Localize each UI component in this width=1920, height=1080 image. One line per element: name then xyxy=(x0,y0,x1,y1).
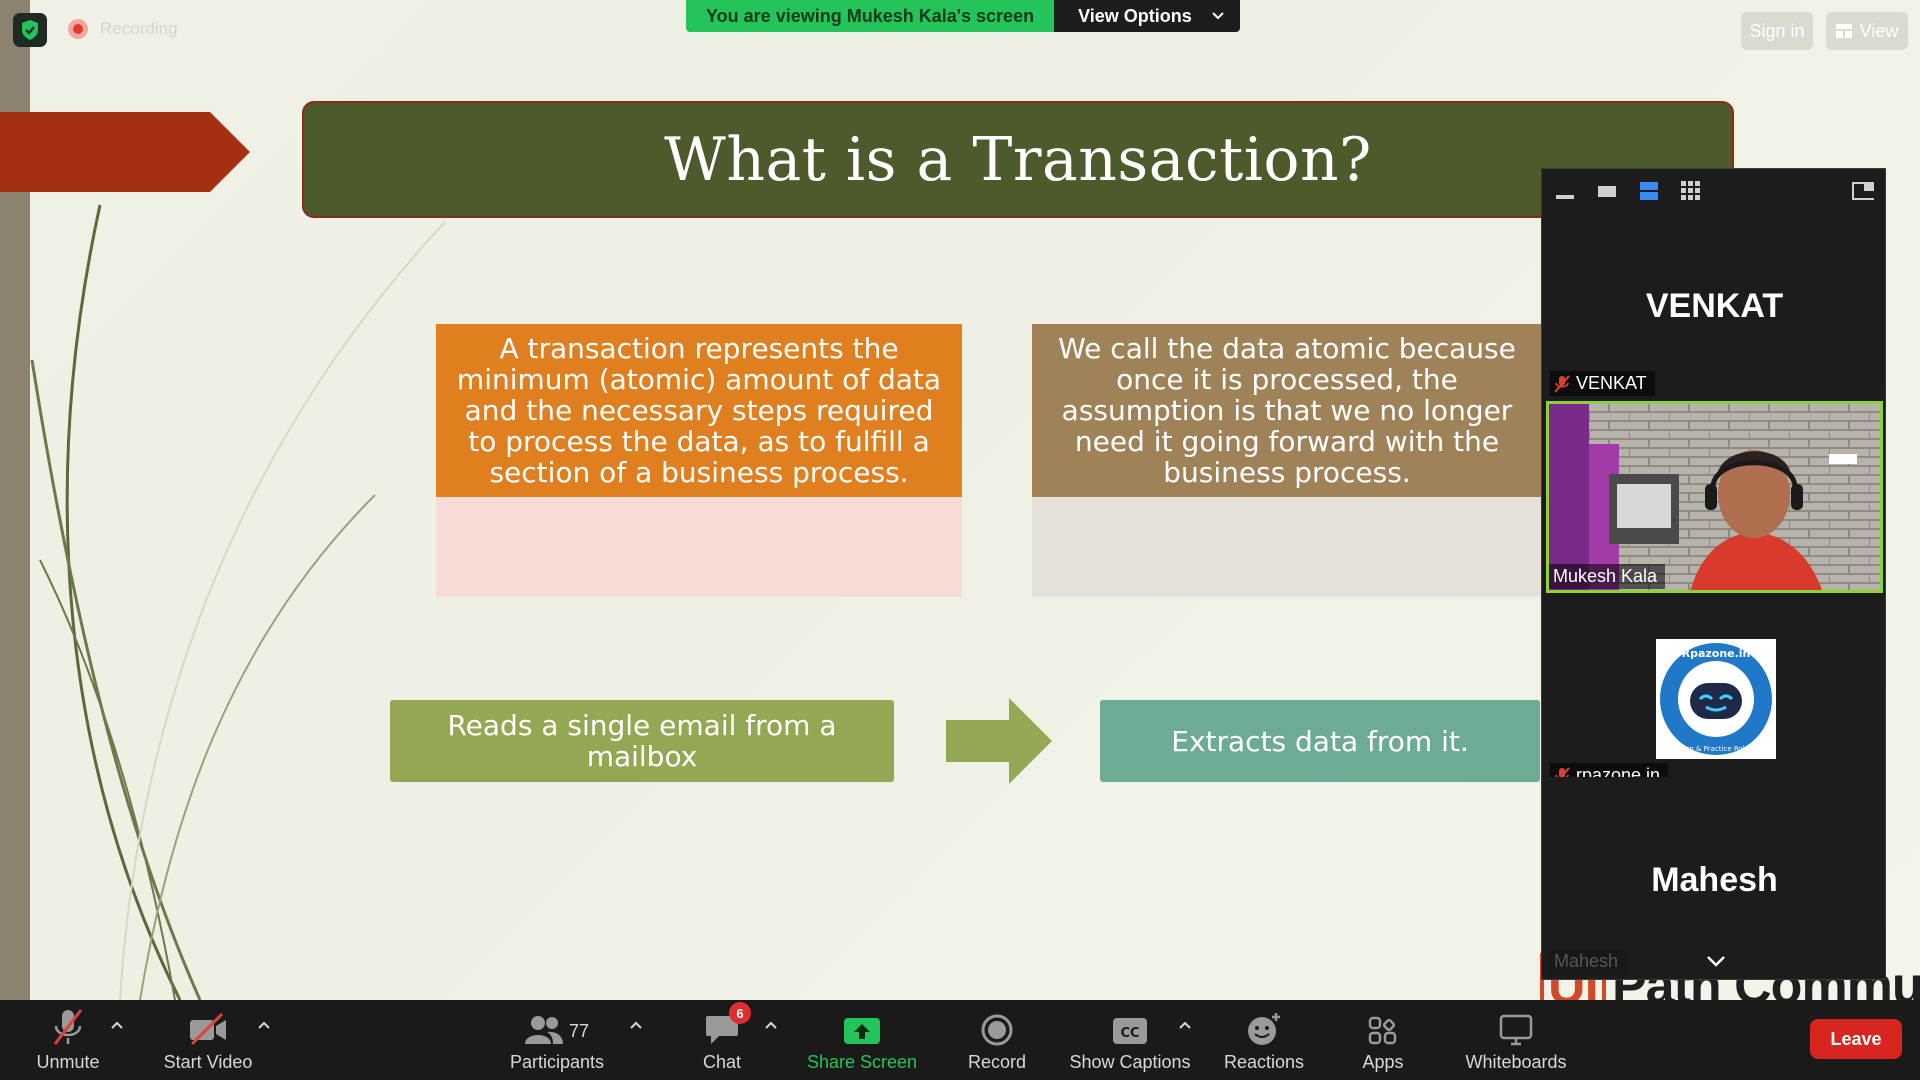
video-off-icon xyxy=(190,1012,226,1046)
muted-mic-icon xyxy=(1554,374,1570,393)
recording-label: Recording xyxy=(100,19,178,38)
view-grid-icon xyxy=(1835,24,1852,38)
slide-curve xyxy=(139,494,376,1000)
participant-tile[interactable]: Mahesh Mahesh xyxy=(1546,781,1883,977)
start-video-label: Start Video xyxy=(163,1052,253,1072)
apps-button[interactable]: Apps xyxy=(1352,1000,1414,1080)
record-icon xyxy=(981,1014,1013,1046)
slide-red-arrow xyxy=(0,112,250,192)
video-panel: VENKAT VENKAT Mukesh Kala Rpazone.in Lea… xyxy=(1541,168,1886,980)
audio-options-caret-icon[interactable] xyxy=(110,1018,124,1032)
flow-arrow-icon xyxy=(946,698,1052,784)
slide-curve xyxy=(30,359,202,1000)
security-shield-icon[interactable] xyxy=(13,13,47,47)
definition-box-lower xyxy=(436,497,962,597)
active-speaker-video-tile[interactable]: Mukesh Kala xyxy=(1546,401,1883,593)
participant-name-display: Mahesh xyxy=(1651,861,1778,899)
gallery-view-icon[interactable] xyxy=(1680,181,1702,201)
leave-button[interactable]: Leave xyxy=(1810,1019,1902,1059)
view-options-label: View Options xyxy=(1078,5,1192,26)
participant-name-label: VENKAT xyxy=(1550,371,1655,396)
slide-title-banner: What is a Transaction? xyxy=(302,101,1734,218)
atomic-text: We call the data atomic because once it … xyxy=(1032,324,1542,497)
reactions-emoji-icon xyxy=(1248,1013,1280,1045)
flow-step-extract-data: Extracts data from it. xyxy=(1100,700,1540,782)
record-label: Record xyxy=(967,1052,1027,1072)
pop-out-icon[interactable] xyxy=(1852,181,1874,201)
share-screen-button[interactable]: Share Screen xyxy=(806,1000,918,1080)
hide-video-panel-icon[interactable] xyxy=(1596,181,1618,201)
speaker-view-icon[interactable] xyxy=(1638,181,1660,201)
participants-options-caret-icon[interactable] xyxy=(629,1018,643,1032)
view-options-button[interactable]: View Options xyxy=(1054,0,1240,32)
participants-count: 77 xyxy=(568,1021,590,1041)
chat-options-caret-icon[interactable] xyxy=(764,1018,778,1032)
muted-mic-icon xyxy=(1555,766,1570,777)
show-captions-label: Show Captions xyxy=(1069,1052,1191,1072)
flow-step-read-email: Reads a single email from a mailbox xyxy=(390,700,894,782)
record-button[interactable]: Record xyxy=(956,1000,1038,1080)
apps-icon xyxy=(1368,1016,1397,1045)
participant-tile[interactable]: VENKAT VENKAT xyxy=(1546,215,1883,405)
participant-name-label: rpazone.in xyxy=(1550,763,1669,777)
sign-in-button[interactable]: Sign in xyxy=(1741,12,1813,50)
slide-curve xyxy=(39,559,176,1000)
slide-curve xyxy=(65,204,182,1000)
chat-unread-badge: 6 xyxy=(729,1002,751,1024)
start-video-button[interactable]: Start Video xyxy=(158,1000,258,1080)
participant-name-label: Mahesh xyxy=(1550,949,1627,974)
participant-name-display: VENKAT xyxy=(1645,287,1784,325)
reactions-button[interactable]: Reactions xyxy=(1220,1000,1308,1080)
captions-cc-icon: CC xyxy=(1113,1018,1147,1044)
whiteboards-button[interactable]: Whiteboards xyxy=(1460,1000,1572,1080)
sign-in-label: Sign in xyxy=(1749,20,1805,41)
minimize-icon[interactable] xyxy=(1554,181,1576,201)
participant-name-label: Mukesh Kala xyxy=(1549,564,1666,589)
viewing-screen-label: You are viewing Mukesh Kala's screen xyxy=(686,0,1055,32)
unmute-button[interactable]: Unmute xyxy=(28,1000,108,1080)
atomic-box-lower xyxy=(1032,497,1542,597)
svg-text:CC: CC xyxy=(1120,1026,1139,1041)
recording-dot-icon xyxy=(68,19,88,39)
view-label: View xyxy=(1859,20,1899,41)
screen-share-banner: You are viewing Mukesh Kala's screen Vie… xyxy=(686,0,1240,32)
chat-label: Chat xyxy=(702,1052,742,1072)
meeting-toolbar: Unmute Start Video 77 Participants 6 Cha… xyxy=(0,1000,1920,1080)
unmute-label: Unmute xyxy=(36,1052,100,1072)
video-panel-toolbar xyxy=(1542,169,1885,213)
rpazone-logo: Rpazone.in Learn & Practice Robots xyxy=(1656,639,1776,759)
view-button[interactable]: View xyxy=(1826,12,1908,50)
recording-indicator[interactable]: Recording xyxy=(68,19,178,39)
show-captions-button[interactable]: CC Show Captions xyxy=(1066,1000,1194,1080)
slide-title: What is a Transaction? xyxy=(664,124,1372,195)
apps-label: Apps xyxy=(1362,1052,1404,1072)
participants-button[interactable]: 77 Participants xyxy=(502,1000,612,1080)
svg-text:Rpazone.in: Rpazone.in xyxy=(1682,647,1751,660)
share-screen-label: Share Screen xyxy=(806,1052,918,1072)
whiteboards-label: Whiteboards xyxy=(1465,1052,1567,1072)
whiteboard-icon xyxy=(1499,1014,1533,1046)
svg-text:Learn & Practice Robots: Learn & Practice Robots xyxy=(1674,745,1758,753)
chat-button[interactable]: 6 Chat xyxy=(692,1000,752,1080)
atomic-box: We call the data atomic because once it … xyxy=(1032,324,1542,597)
captions-options-caret-icon[interactable] xyxy=(1178,1018,1192,1032)
muted-microphone-icon xyxy=(53,1009,83,1045)
slide-curve xyxy=(119,221,446,1000)
definition-text: A transaction represents the minimum (at… xyxy=(436,324,962,497)
video-options-caret-icon[interactable] xyxy=(257,1018,271,1032)
participant-tile[interactable]: Rpazone.in Learn & Practice Robots rpazo… xyxy=(1546,589,1883,777)
chevron-down-icon xyxy=(1212,12,1224,20)
definition-box: A transaction represents the minimum (at… xyxy=(436,324,962,597)
participants-icon xyxy=(524,1016,563,1044)
reactions-label: Reactions xyxy=(1223,1052,1305,1072)
participants-label: Participants xyxy=(509,1052,605,1072)
share-screen-icon xyxy=(844,1018,880,1044)
scroll-down-chevron-icon[interactable] xyxy=(1706,955,1726,967)
